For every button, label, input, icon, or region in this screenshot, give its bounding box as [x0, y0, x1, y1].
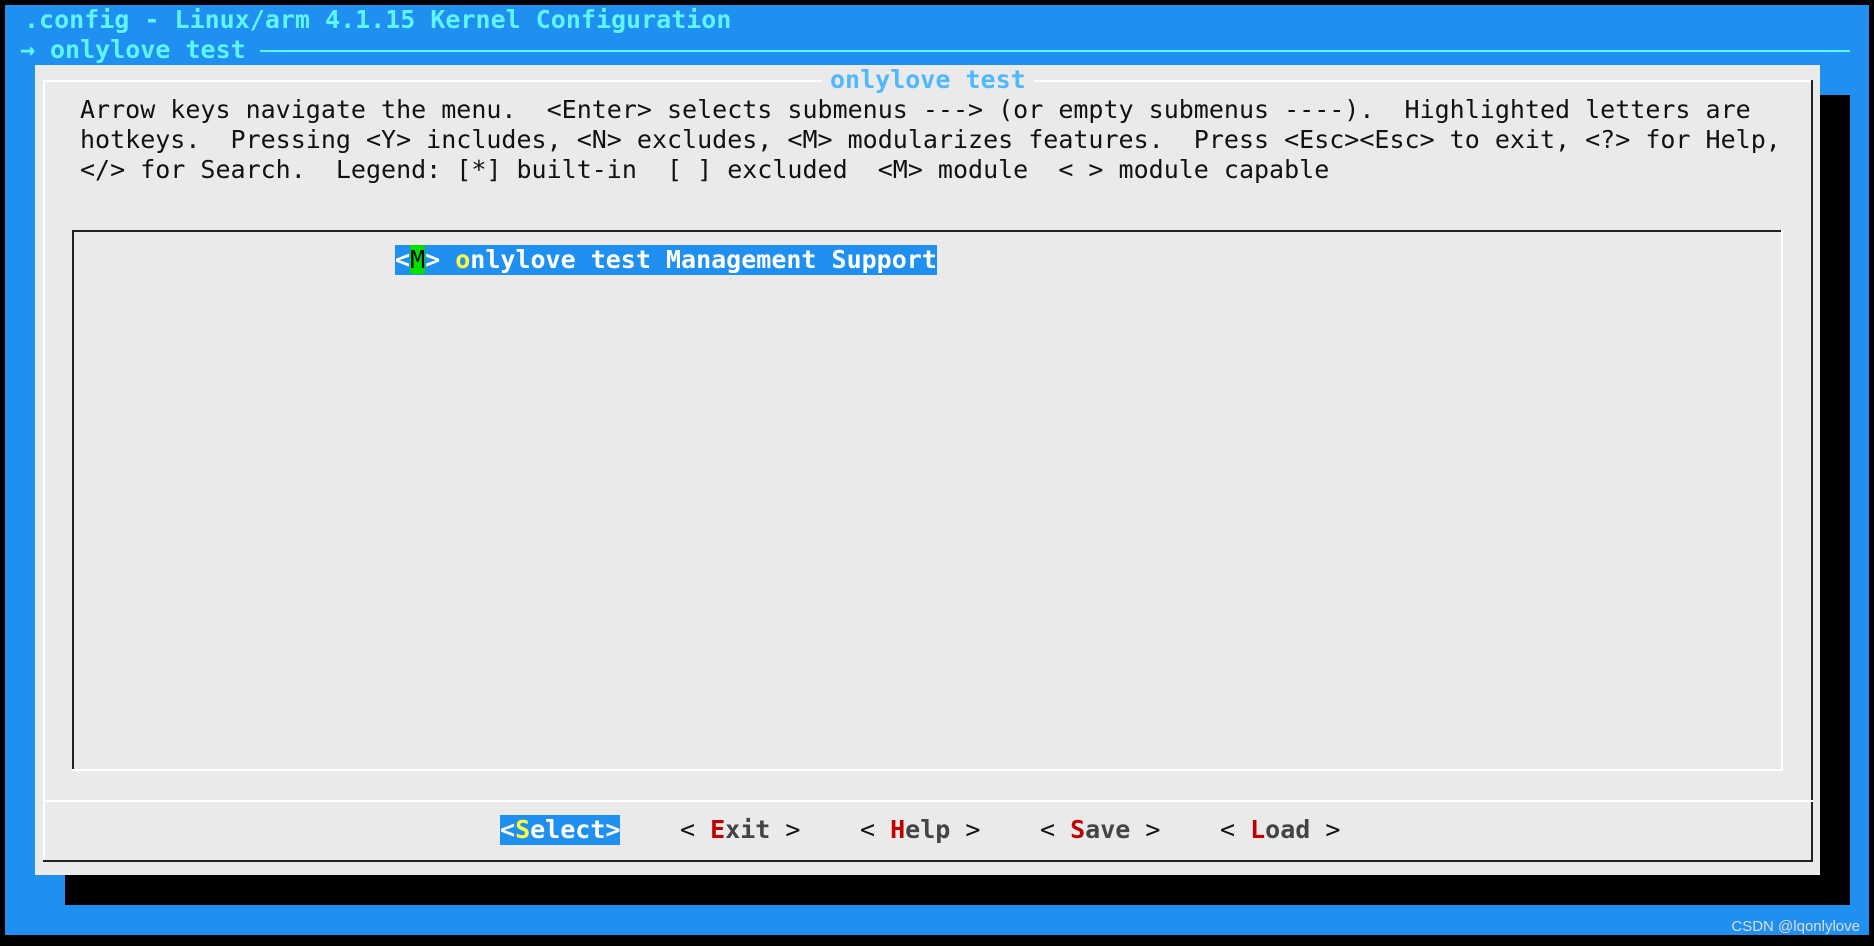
exit-button[interactable]: < Exit > [680, 815, 800, 845]
help-text-line: hotkeys. Pressing <Y> includes, <N> excl… [80, 125, 1781, 154]
breadcrumb: onlylove test [50, 35, 246, 64]
dialog-border-right [1811, 80, 1813, 862]
module-state[interactable]: M [410, 245, 426, 274]
menu-box-bottom [72, 769, 1783, 771]
dialog-border-left [43, 80, 45, 862]
breadcrumb-rule [260, 50, 1850, 52]
menu-box-right [1781, 230, 1783, 771]
bracket-close: > [425, 245, 456, 274]
config-dialog [35, 65, 1820, 875]
menu-box-left [72, 230, 74, 771]
dialog-border-bottom [43, 860, 1813, 862]
watermark: CSDN @lqonlylove [1731, 918, 1860, 935]
save-button[interactable]: < Save > [1040, 815, 1160, 845]
breadcrumb-arrow-icon: → [20, 35, 36, 64]
menu-item-label: nlylove test Management Support [470, 245, 937, 274]
menu-box-top [72, 230, 1783, 232]
help-text-line: </> for Search. Legend: [*] built-in [ ]… [80, 155, 1330, 184]
help-button[interactable]: < Help > [860, 815, 980, 845]
window-title: .config - Linux/arm 4.1.15 Kernel Config… [24, 5, 732, 34]
menu-item-hotkey: o [455, 245, 471, 274]
dialog-title: onlylove test [822, 65, 1034, 95]
button-separator [43, 800, 1813, 802]
menu-item-onlylove-test-management-support[interactable]: <M> onlylove test Management Support [395, 245, 937, 275]
help-text-line: Arrow keys navigate the menu. <Enter> se… [80, 95, 1751, 124]
load-button[interactable]: < Load > [1220, 815, 1340, 845]
bracket-open: < [395, 245, 411, 274]
select-button[interactable]: <Select> [500, 815, 621, 845]
